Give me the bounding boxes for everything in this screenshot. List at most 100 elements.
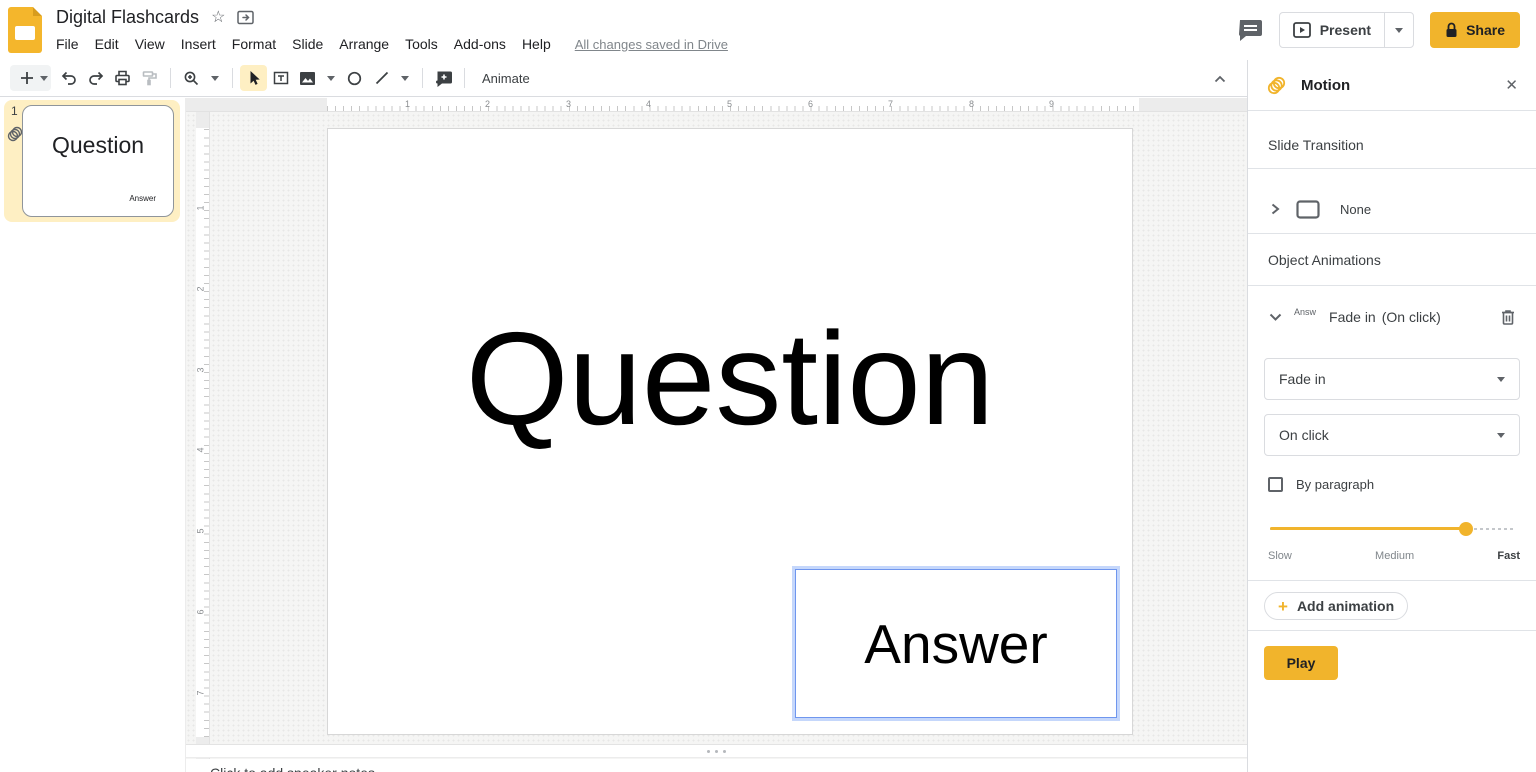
plus-icon xyxy=(13,65,40,91)
menu-file[interactable]: File xyxy=(48,33,87,55)
ruler-number: 1 xyxy=(405,99,410,109)
present-dropdown-caret[interactable] xyxy=(1385,13,1413,47)
caret-down-icon xyxy=(1497,377,1505,382)
transition-value: None xyxy=(1340,202,1371,217)
ruler-number: 6 xyxy=(808,99,813,109)
trigger-dropdown-value: On click xyxy=(1279,427,1329,443)
zoom-button[interactable] xyxy=(178,65,205,91)
speed-label-fast: Fast xyxy=(1497,550,1520,562)
panel-divider xyxy=(1248,630,1536,631)
slide-transition-row[interactable]: None xyxy=(1248,185,1536,233)
slide-page[interactable]: Question Answer xyxy=(327,128,1133,735)
title-row: Digital Flashcards ☆ xyxy=(56,7,254,28)
vertical-ruler: 1 2 3 4 5 6 7 xyxy=(196,112,210,772)
delete-animation-icon[interactable] xyxy=(1500,308,1516,326)
slide-thumbnail[interactable]: Question Answer xyxy=(22,105,174,217)
toolbar-divider xyxy=(170,68,171,88)
by-paragraph-checkbox[interactable] xyxy=(1268,477,1283,492)
slide-filmstrip: 1 Question Answer xyxy=(0,98,186,772)
drag-handle-dot xyxy=(715,750,718,753)
star-icon[interactable]: ☆ xyxy=(211,10,225,26)
slides-logo[interactable] xyxy=(8,7,42,53)
speed-labels: Slow Medium Fast xyxy=(1268,550,1520,562)
present-label: Present xyxy=(1320,22,1371,38)
selected-slide-highlight: 1 Question Answer xyxy=(4,100,180,222)
speed-label-medium: Medium xyxy=(1375,550,1414,562)
speaker-notes-area[interactable]: Click to add speaker notes xyxy=(186,759,1247,772)
vertical-ruler-ticks xyxy=(196,128,209,737)
undo-button[interactable] xyxy=(55,65,82,91)
select-tool-button[interactable] xyxy=(240,65,267,91)
thumbnail-answer-text: Answer xyxy=(129,194,156,203)
insert-image-caret[interactable] xyxy=(321,65,341,91)
toolbar: Animate xyxy=(0,60,1247,97)
comments-icon[interactable] xyxy=(1237,18,1263,42)
effect-dropdown[interactable]: Fade in xyxy=(1264,358,1520,400)
document-title[interactable]: Digital Flashcards xyxy=(56,7,199,28)
add-animation-button[interactable]: + Add animation xyxy=(1264,592,1408,620)
new-slide-button[interactable] xyxy=(10,65,51,91)
toolbar-divider xyxy=(464,68,465,88)
ruler-number: 6 xyxy=(196,609,206,614)
chevron-down-icon[interactable] xyxy=(1268,310,1283,324)
answer-text-box-selected[interactable]: Answer xyxy=(795,569,1117,718)
new-slide-caret-icon xyxy=(40,76,48,81)
collapse-toolbar-button[interactable] xyxy=(1207,66,1233,92)
by-paragraph-row: By paragraph xyxy=(1268,477,1374,492)
slider-thumb[interactable] xyxy=(1459,522,1473,536)
move-to-folder-icon[interactable] xyxy=(237,10,254,25)
answer-text: Answer xyxy=(864,612,1047,676)
animation-trigger-label: (On click) xyxy=(1382,309,1441,325)
menu-slide[interactable]: Slide xyxy=(284,33,331,55)
menu-insert[interactable]: Insert xyxy=(173,33,224,55)
speed-label-slow: Slow xyxy=(1268,550,1292,562)
ruler-number: 5 xyxy=(727,99,732,109)
ruler-number: 7 xyxy=(888,99,893,109)
text-box-tool-button[interactable] xyxy=(267,65,294,91)
menu-arrange[interactable]: Arrange xyxy=(331,33,397,55)
zoom-caret[interactable] xyxy=(205,65,225,91)
paint-format-button[interactable] xyxy=(136,65,163,91)
ruler-number: 3 xyxy=(566,99,571,109)
share-button[interactable]: Share xyxy=(1430,12,1520,48)
menu-view[interactable]: View xyxy=(127,33,173,55)
object-animations-label: Object Animations xyxy=(1268,252,1381,268)
shape-tool-button[interactable] xyxy=(341,65,368,91)
insert-comment-button[interactable] xyxy=(430,65,457,91)
present-icon xyxy=(1293,22,1311,38)
menu-format[interactable]: Format xyxy=(224,33,284,55)
caret-down-icon xyxy=(327,76,335,81)
menu-edit[interactable]: Edit xyxy=(87,33,127,55)
animation-item-row[interactable]: Answ Fade in (On click) xyxy=(1248,300,1536,333)
ruler-number: 4 xyxy=(196,447,206,452)
horizontal-ruler-ticks xyxy=(327,98,1139,111)
google-slides-app: Digital Flashcards ☆ File Edit View Inse… xyxy=(0,0,1536,772)
slide-transition-label: Slide Transition xyxy=(1268,137,1364,153)
insert-image-button[interactable] xyxy=(294,65,321,91)
trigger-dropdown[interactable]: On click xyxy=(1264,414,1520,456)
share-label: Share xyxy=(1466,22,1505,38)
slide-number: 1 xyxy=(11,104,18,118)
panel-divider xyxy=(1248,168,1536,169)
chevron-right-icon[interactable] xyxy=(1268,202,1282,216)
close-panel-icon[interactable]: ✕ xyxy=(1505,76,1518,94)
print-button[interactable] xyxy=(109,65,136,91)
ruler-number: 2 xyxy=(485,99,490,109)
play-button[interactable]: Play xyxy=(1264,646,1338,680)
menu-addons[interactable]: Add-ons xyxy=(446,33,514,55)
caret-down-icon xyxy=(1395,28,1403,33)
present-button[interactable]: Present xyxy=(1280,13,1384,47)
menu-help[interactable]: Help xyxy=(514,33,559,55)
animate-button[interactable]: Animate xyxy=(482,71,530,86)
ruler-number: 4 xyxy=(646,99,651,109)
menu-tools[interactable]: Tools xyxy=(397,33,446,55)
question-text-box[interactable]: Question xyxy=(328,301,1132,457)
saved-status-link[interactable]: All changes saved in Drive xyxy=(575,37,728,52)
effect-dropdown-value: Fade in xyxy=(1279,371,1326,387)
speed-slider[interactable] xyxy=(1270,521,1514,536)
line-tool-caret[interactable] xyxy=(395,65,415,91)
speaker-notes-resize-handle[interactable] xyxy=(186,744,1247,758)
line-tool-button[interactable] xyxy=(368,65,395,91)
redo-button[interactable] xyxy=(82,65,109,91)
thumbnail-question-text: Question xyxy=(23,132,173,159)
